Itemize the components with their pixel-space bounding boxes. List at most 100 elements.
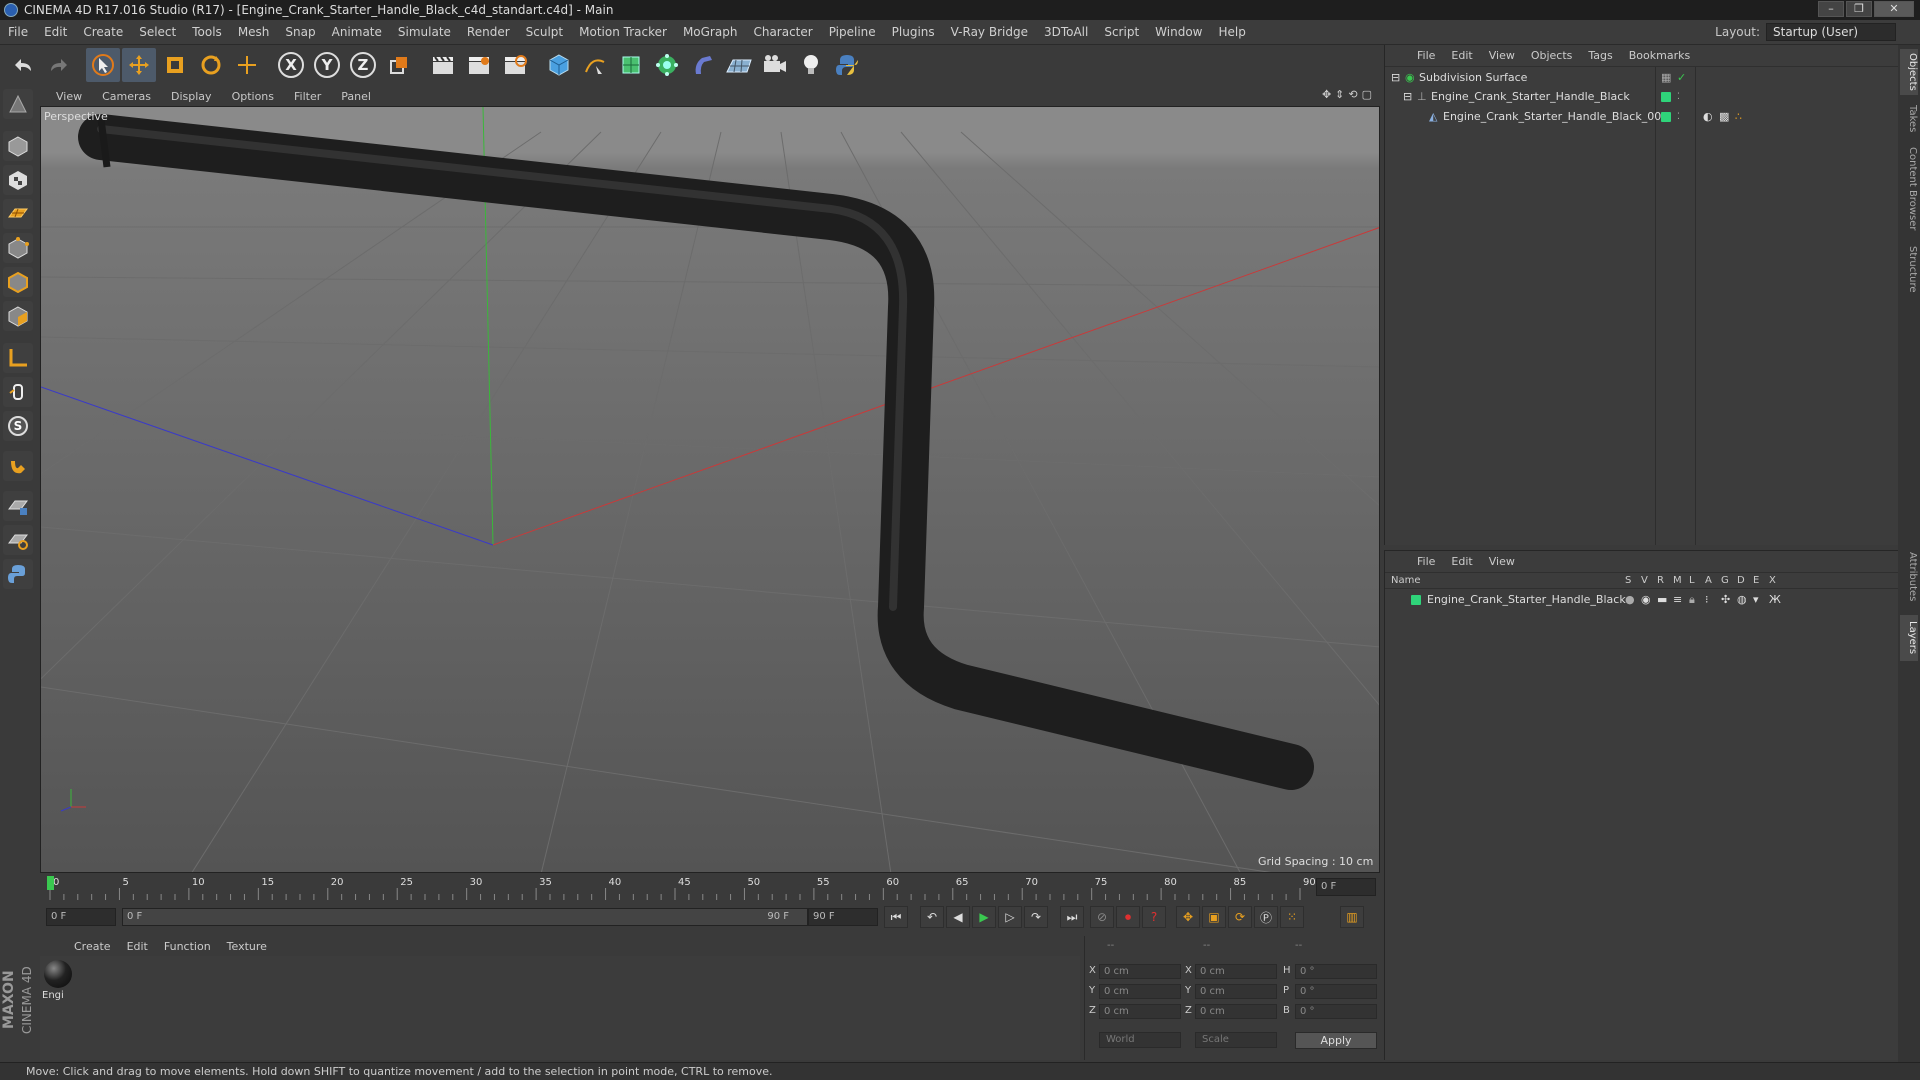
layer-color-swatch[interactable]	[1411, 595, 1421, 605]
coord-pos-z-field[interactable]: 0 cm	[1099, 1004, 1181, 1019]
visibility-dots-icon[interactable]: ⁚	[1677, 108, 1680, 126]
menu-help[interactable]: Help	[1210, 25, 1253, 39]
cloner-button[interactable]	[650, 48, 684, 82]
magnet-button[interactable]	[3, 451, 33, 481]
viewport-menu-panel[interactable]: Panel	[331, 90, 381, 103]
keyframe-selection-button[interactable]: ?	[1142, 906, 1166, 928]
autokey-button[interactable]: ⏺	[1116, 906, 1140, 928]
menu-motion-tracker[interactable]: Motion Tracker	[571, 25, 675, 39]
coord-pos-y-field[interactable]: 0 cm	[1099, 984, 1181, 999]
deformer-toggle-icon[interactable]: ◍	[1737, 591, 1747, 609]
recent-tool[interactable]	[230, 48, 264, 82]
om-menu-edit[interactable]: Edit	[1443, 49, 1480, 62]
undo-button[interactable]	[6, 48, 40, 82]
timeline-ruler[interactable]: 0 5 10 15 20 25 30 35 40 45 50 55 60 65 70 75 80 85 90 0 F	[40, 874, 1380, 904]
view-toggle-icon[interactable]: ◉	[1641, 591, 1651, 609]
object-row[interactable]: ⊟ ⊥ Engine_Crank_Starter_Handle_Black ⁚	[1385, 88, 1898, 106]
deformer-button[interactable]	[686, 48, 720, 82]
viewport-menu-cameras[interactable]: Cameras	[92, 90, 161, 103]
timeline-window-button[interactable]: ▥	[1340, 906, 1364, 928]
start-frame-field[interactable]: 0 F	[46, 908, 116, 926]
previous-frame-button[interactable]: ◀	[946, 906, 970, 928]
tab-attributes[interactable]: Attributes	[1900, 545, 1918, 609]
cube-primitive-button[interactable]	[542, 48, 576, 82]
points-mode-button[interactable]	[3, 233, 33, 263]
spline-pen-button[interactable]	[578, 48, 612, 82]
record-point-level-button[interactable]: ⁙	[1280, 906, 1304, 928]
workplane-mode-button[interactable]	[3, 199, 33, 229]
render-picture-viewer-button[interactable]	[462, 48, 496, 82]
rotate-view-icon[interactable]: ⟲	[1348, 88, 1357, 101]
material-menu-edit[interactable]: Edit	[119, 940, 156, 953]
model-mode-button[interactable]	[3, 131, 33, 161]
lm-menu-view[interactable]: View	[1481, 555, 1523, 568]
tab-objects[interactable]: Objects	[1900, 49, 1918, 95]
menu-vray-bridge[interactable]: V-Ray Bridge	[943, 25, 1036, 39]
material-menu-texture[interactable]: Texture	[219, 940, 275, 953]
record-scale-button[interactable]: ▣	[1202, 906, 1226, 928]
menu-select[interactable]: Select	[131, 25, 184, 39]
z-axis-lock[interactable]: Z	[346, 48, 380, 82]
menu-script[interactable]: Script	[1096, 25, 1147, 39]
tweak-mode-button[interactable]	[3, 377, 33, 407]
menu-plugins[interactable]: Plugins	[884, 25, 943, 39]
coord-size-y-field[interactable]: 0 cm	[1195, 984, 1277, 999]
coordinate-space-dropdown[interactable]: World	[1099, 1032, 1181, 1048]
om-menu-objects[interactable]: Objects	[1523, 49, 1581, 62]
menu-create[interactable]: Create	[75, 25, 131, 39]
texture-tag-icon[interactable]: ▩	[1719, 108, 1729, 126]
subdivision-surface-button[interactable]	[614, 48, 648, 82]
menu-file[interactable]: File	[0, 25, 36, 39]
collapse-icon[interactable]: ⊟	[1403, 88, 1412, 106]
material-swatch[interactable]	[44, 960, 72, 988]
generator-toggle-icon[interactable]: ✣	[1721, 591, 1730, 609]
go-to-start-button[interactable]: ⏮	[884, 906, 908, 928]
edges-mode-button[interactable]	[3, 267, 33, 297]
next-frame-button[interactable]: ▷	[998, 906, 1022, 928]
menu-pipeline[interactable]: Pipeline	[821, 25, 884, 39]
python-button[interactable]	[830, 48, 864, 82]
dolly-view-icon[interactable]: ⇕	[1335, 88, 1344, 101]
x-axis-lock[interactable]: X	[274, 48, 308, 82]
y-axis-lock[interactable]: Y	[310, 48, 344, 82]
menu-character[interactable]: Character	[745, 25, 820, 39]
menu-snap[interactable]: Snap	[277, 25, 323, 39]
expression-toggle-icon[interactable]: ▾	[1753, 591, 1759, 609]
om-menu-bookmarks[interactable]: Bookmarks	[1621, 49, 1698, 62]
material-menu-create[interactable]: Create	[66, 940, 119, 953]
minimize-button[interactable]: –	[1818, 1, 1844, 17]
lock-workplane-button[interactable]	[3, 491, 33, 521]
menu-3dtoall[interactable]: 3DToAll	[1036, 25, 1096, 39]
tab-structure[interactable]: Structure	[1900, 241, 1918, 297]
close-button[interactable]: ✕	[1874, 1, 1914, 17]
layer-row[interactable]: Engine_Crank_Starter_Handle_Black ● ◉ ▬ …	[1385, 591, 1898, 609]
lock-toggle-icon[interactable]: 🔒︎	[1689, 591, 1695, 609]
enabled-check-icon[interactable]: ✓	[1677, 69, 1686, 87]
lm-menu-edit[interactable]: Edit	[1443, 555, 1480, 568]
menu-edit[interactable]: Edit	[36, 25, 75, 39]
coord-rot-b-field[interactable]: 0 °	[1295, 1004, 1377, 1019]
playhead[interactable]	[47, 876, 54, 890]
coord-size-x-field[interactable]: 0 cm	[1195, 964, 1277, 979]
record-position-button[interactable]: ✥	[1176, 906, 1200, 928]
record-parameter-button[interactable]: Ⓟ	[1254, 906, 1278, 928]
phong-tag-icon[interactable]: ◐	[1703, 108, 1713, 126]
menu-simulate[interactable]: Simulate	[390, 25, 459, 39]
render-view-button[interactable]	[426, 48, 460, 82]
apply-button[interactable]: Apply	[1295, 1032, 1377, 1049]
object-row[interactable]: ◭ Engine_Crank_Starter_Handle_Black_001 …	[1385, 108, 1898, 126]
om-menu-tags[interactable]: Tags	[1580, 49, 1620, 62]
record-rotation-button[interactable]: ⟳	[1228, 906, 1252, 928]
tab-layers[interactable]: Layers	[1900, 615, 1918, 661]
om-menu-file[interactable]: File	[1409, 49, 1443, 62]
light-button[interactable]	[794, 48, 828, 82]
previous-key-button[interactable]: ↶	[920, 906, 944, 928]
material-tag-icon[interactable]: ∴	[1735, 108, 1742, 126]
scale-tool[interactable]	[158, 48, 192, 82]
end-frame-field[interactable]: 90 F	[808, 908, 878, 926]
camera-button[interactable]	[758, 48, 792, 82]
snap-button[interactable]: S	[3, 411, 33, 441]
record-keys-button[interactable]: ⊘	[1090, 906, 1114, 928]
texture-mode-button[interactable]	[3, 165, 33, 195]
tab-takes[interactable]: Takes	[1900, 101, 1918, 137]
